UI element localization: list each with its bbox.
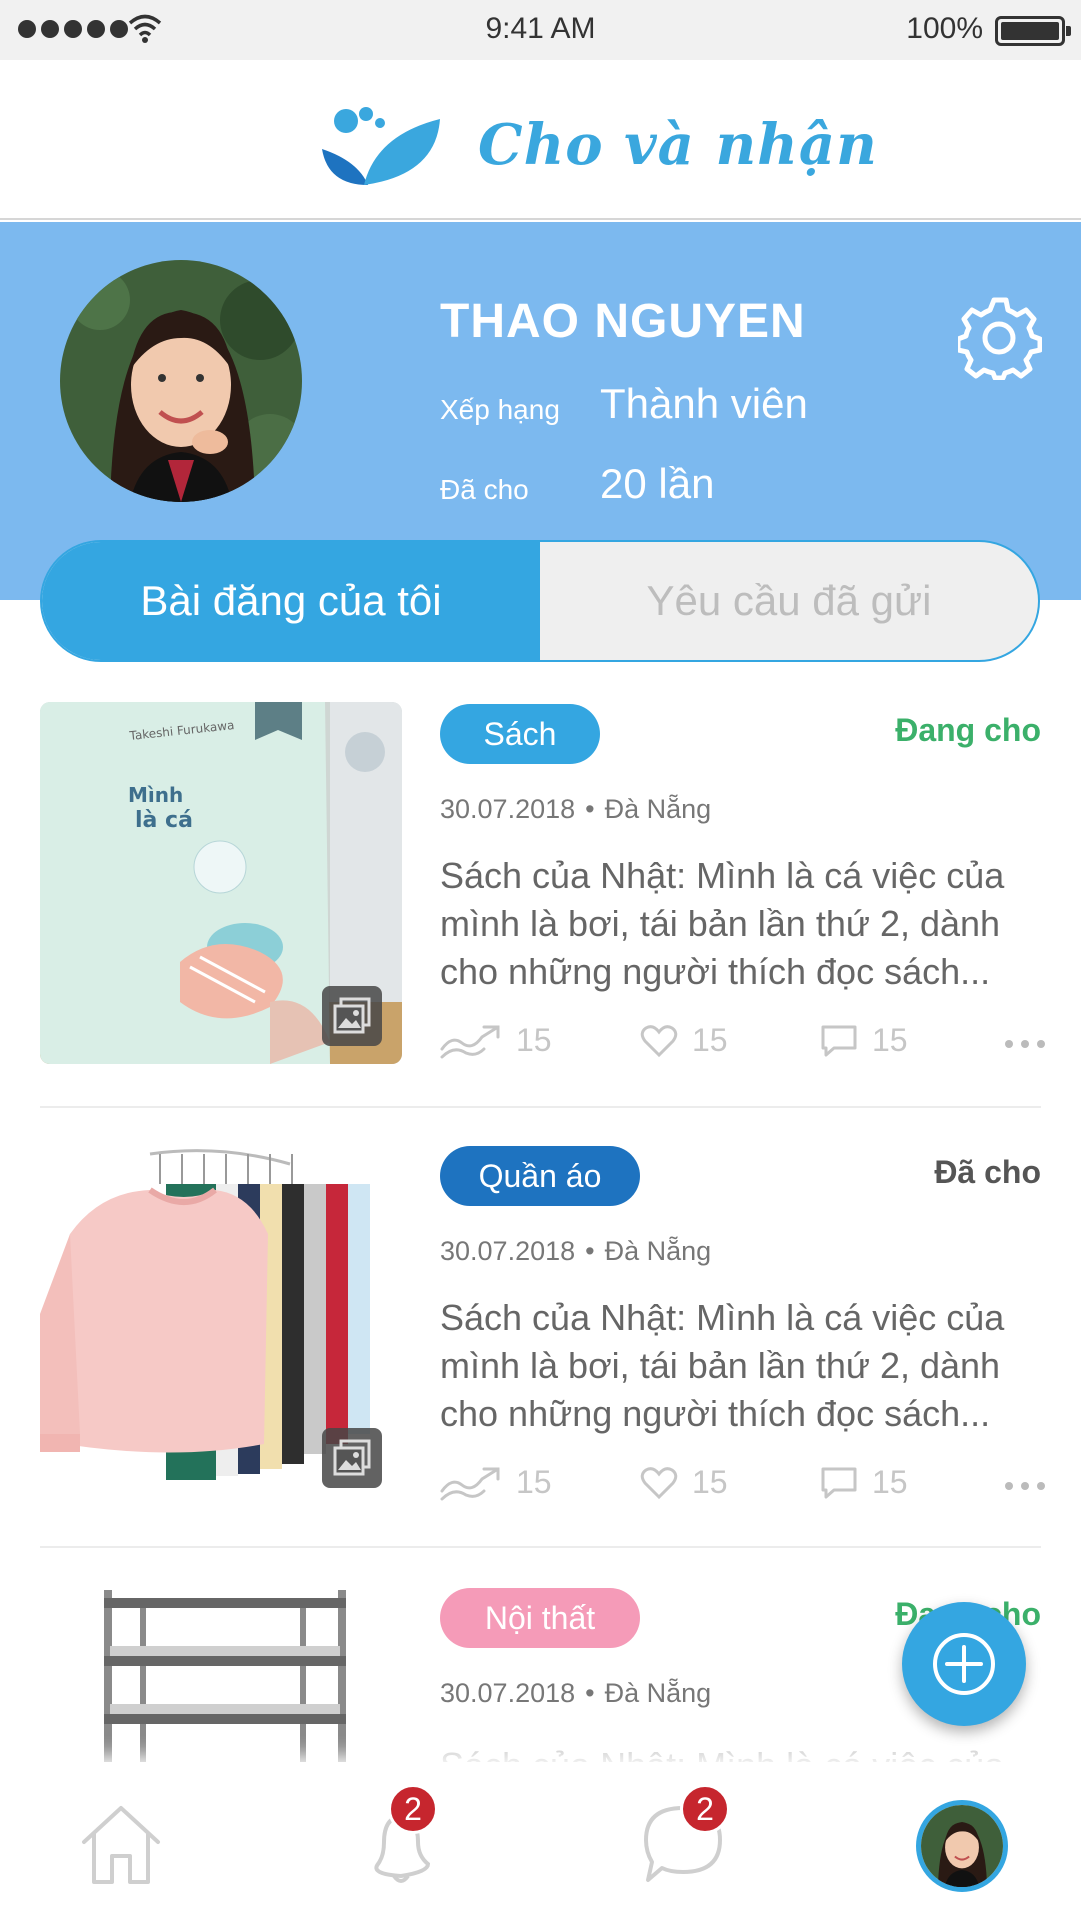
post-location: Đà Nẵng <box>604 1236 712 1266</box>
add-post-button[interactable] <box>902 1602 1026 1726</box>
post-status: Đang cho <box>895 712 1041 748</box>
post-description: Sách của Nhật: Mình là cá việc của <box>440 1742 1041 1762</box>
tab-sent-requests[interactable]: Yêu cầu đã gửi <box>540 542 1038 660</box>
share-icon <box>440 1025 500 1058</box>
share-action[interactable]: 15 <box>440 1464 552 1501</box>
rank-label: Xếp hạng <box>440 394 560 425</box>
post-actions: 15 15 15 <box>440 1022 1045 1072</box>
gear-icon[interactable] <box>958 296 1042 380</box>
more-icon[interactable] <box>1005 1040 1045 1048</box>
given-label: Đã cho <box>440 474 529 505</box>
home-icon <box>82 1806 160 1884</box>
post-date: 30.07.2018 <box>440 1678 576 1708</box>
heart-icon <box>640 1024 678 1057</box>
share-action[interactable]: 15 <box>440 1022 552 1059</box>
post-meta: 30.07.2018 • Đà Nẵng <box>440 1236 712 1266</box>
notification-badge: 2 <box>388 1784 438 1834</box>
avatar[interactable] <box>60 260 302 502</box>
brand-title: Cho và nhận <box>478 112 878 178</box>
status-bar: 9:41 AM 100% <box>0 0 1081 60</box>
comment-icon <box>821 1025 857 1056</box>
svg-text:là cá: là cá <box>135 808 193 833</box>
post-thumbnail[interactable] <box>40 1144 402 1506</box>
heart-icon <box>640 1466 678 1499</box>
comment-icon <box>821 1467 857 1498</box>
divider <box>40 1106 1041 1108</box>
share-icon <box>440 1467 500 1500</box>
gallery-icon <box>322 986 382 1046</box>
app-header: Cho và nhận <box>0 60 1081 220</box>
bottom-nav: 2 2 <box>0 1762 1081 1921</box>
post-item[interactable]: Takeshi Furukawa Mình là cá Sách Đang ch… <box>40 702 1045 1102</box>
post-thumbnail[interactable] <box>40 1586 402 1762</box>
more-icon[interactable] <box>1005 1482 1045 1490</box>
nav-messages[interactable]: 2 <box>640 1784 730 1891</box>
post-item[interactable]: Nội thất Đang cho 30.07.2018•Đà Nẵng Sác… <box>40 1586 1041 1762</box>
divider <box>40 1546 1041 1548</box>
message-badge: 2 <box>680 1784 730 1834</box>
profile-name: THAO NGUYEN <box>440 295 806 348</box>
battery-percent: 100% <box>906 12 983 45</box>
comment-action[interactable]: 15 <box>820 1022 908 1059</box>
gallery-icon <box>322 1428 382 1488</box>
post-meta: 30.07.2018 • Đà Nẵng <box>440 1678 712 1708</box>
plus-circle-icon <box>933 1633 995 1695</box>
post-description: Sách của Nhật: Mình là cá việc của mình … <box>440 855 1005 992</box>
rank-value: Thành viên <box>600 380 808 427</box>
nav-home[interactable] <box>78 1802 164 1891</box>
battery-icon <box>995 16 1071 46</box>
category-badge[interactable]: Quần áo <box>440 1146 640 1206</box>
post-date: 30.07.2018 <box>440 794 576 824</box>
post-actions: 15 15 15 <box>440 1464 1045 1514</box>
given-value: 20 lần <box>600 460 715 507</box>
leaf-logo-icon <box>322 107 440 185</box>
post-status: Đã cho <box>934 1154 1041 1190</box>
like-action[interactable]: 15 <box>640 1464 728 1501</box>
category-badge[interactable]: Sách <box>440 704 600 764</box>
post-item[interactable]: Quần áo Đã cho 30.07.2018 • Đà Nẵng Sách c… <box>40 1144 1045 1544</box>
post-location: Đà Nẵng <box>604 794 712 824</box>
post-tabs: Bài đăng của tôi Yêu cầu đã gửi <box>40 540 1040 662</box>
tab-my-posts[interactable]: Bài đăng của tôi <box>42 542 540 660</box>
like-action[interactable]: 15 <box>640 1022 728 1059</box>
post-date: 30.07.2018 <box>440 1236 576 1266</box>
nav-profile-avatar[interactable] <box>916 1800 1008 1892</box>
post-thumbnail[interactable]: Takeshi Furukawa Mình là cá <box>40 702 402 1064</box>
post-meta: 30.07.2018 • Đà Nẵng <box>440 794 712 824</box>
svg-text:Mình: Mình <box>128 783 183 807</box>
category-badge[interactable]: Nội thất <box>440 1588 640 1648</box>
comment-action[interactable]: 15 <box>820 1464 908 1501</box>
post-description: Sách của Nhật: Mình là cá việc của mình … <box>440 1297 1005 1434</box>
nav-notifications[interactable]: 2 <box>358 1784 444 1891</box>
post-location: Đà Nẵng <box>604 1678 712 1708</box>
